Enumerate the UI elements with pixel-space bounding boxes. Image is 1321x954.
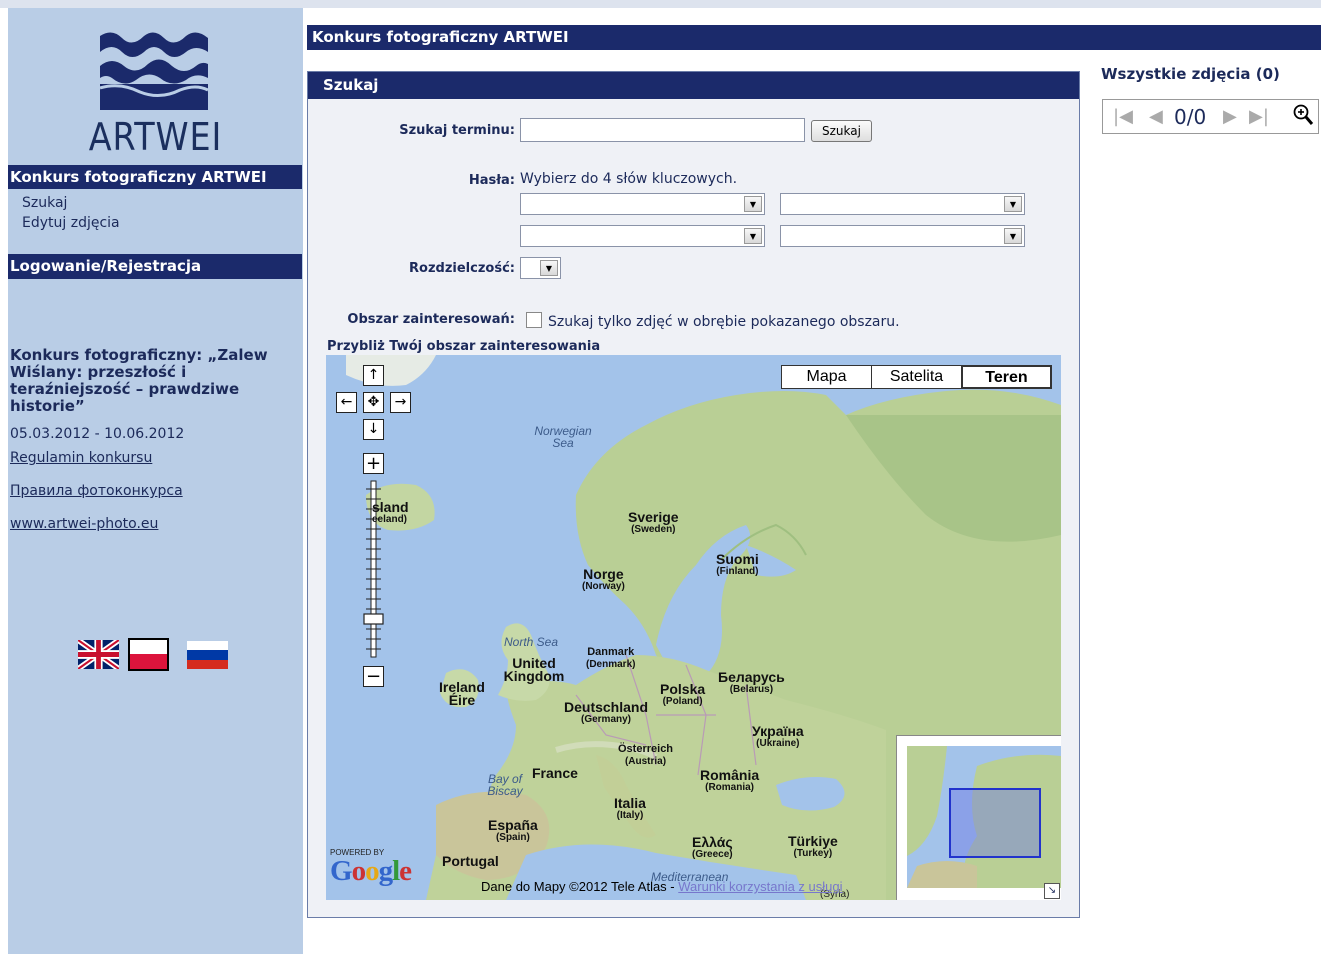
map-type-satelita[interactable]: Satelita — [871, 365, 962, 389]
google-logo-icon[interactable]: Google — [330, 855, 412, 888]
rules-ru-link[interactable]: Правила фотоконкурса — [10, 483, 183, 499]
map-label-uk: United Kingdom — [503, 655, 565, 684]
ru-flag-icon[interactable] — [187, 641, 228, 669]
map-label-osterreich: Österreich (Austria) — [618, 743, 674, 767]
map-label-portugal: Portugal — [442, 853, 499, 869]
keyword-select-4[interactable]: ▼ — [780, 225, 1025, 247]
keyword-select-2[interactable]: ▼ — [780, 193, 1025, 215]
map-type-mapa[interactable]: Mapa — [781, 365, 872, 389]
search-panel-title: Szukaj — [308, 72, 1079, 99]
area-checkbox-label[interactable]: Szukaj tylko zdjęć w obrębie pokazanego … — [548, 314, 900, 330]
artwei-logo-icon[interactable] — [100, 26, 208, 110]
map-label-france: France — [532, 765, 578, 781]
area-label: Obszar zainteresowań: — [347, 312, 515, 327]
zoom-hint: Przybliż Twój obszar zainteresowania — [327, 339, 601, 354]
search-panel: Szukaj Szukaj terminu: Szukaj Hasła: Wyb… — [307, 71, 1080, 918]
zoom-out-icon[interactable]: − — [363, 666, 384, 687]
search-button[interactable]: Szukaj — [811, 120, 872, 142]
map-label-deutschland: Deutschland (Germany) — [564, 699, 649, 725]
last-page-icon[interactable]: ▶| — [1249, 106, 1269, 127]
area-checkbox[interactable] — [526, 312, 542, 328]
chevron-down-icon: ▼ — [744, 196, 762, 212]
overview-map[interactable] — [907, 746, 1061, 888]
magnifier-zoom-icon[interactable] — [1292, 103, 1314, 127]
keywords-help: Wybierz do 4 słów kluczowych. — [520, 171, 738, 187]
map-label-romania: România (Romania) — [700, 767, 760, 793]
map-label-iceland: sland eeland) — [372, 499, 409, 525]
pan-center-icon[interactable]: ✥ — [363, 392, 384, 413]
contest-dates: 05.03.2012 - 10.06.2012 — [10, 426, 185, 442]
uk-flag-icon[interactable] — [78, 640, 119, 669]
section-contest-header: Konkurs fotograficzny ARTWEI — [8, 165, 302, 189]
contest-title: Konkurs fotograficzny: „Zalew Wiślany: p… — [10, 346, 268, 415]
logo-text: ARTWEI — [88, 115, 223, 159]
map-label-ireland: Ireland Éire — [439, 679, 485, 708]
map-copyright: Dane do Mapy ©2012 Tele Atlas - Warunki … — [481, 879, 843, 894]
next-page-icon[interactable]: ▶ — [1223, 106, 1237, 127]
map-label-ukraina: Україна (Ukraine) — [752, 723, 804, 749]
terms-link[interactable]: Warunki korzystania z usługi — [678, 879, 842, 894]
map-label-italia: Italia (Italy) — [614, 795, 646, 821]
overview-toggle-icon[interactable]: ↘ — [1044, 883, 1060, 899]
photo-pager: |◀ ◀ 0/0 ▶ ▶| — [1102, 99, 1319, 134]
zoom-in-icon[interactable]: + — [363, 453, 384, 474]
first-page-icon[interactable]: |◀ — [1113, 106, 1133, 127]
sidebar: ARTWEI Konkurs fotograficzny ARTWEI Szuk… — [8, 8, 303, 954]
top-strip — [0, 0, 1321, 8]
keyword-select-1[interactable]: ▼ — [520, 193, 765, 215]
photo-counter: 0/0 — [1174, 105, 1207, 129]
chevron-down-icon: ▼ — [540, 260, 558, 276]
map-type-teren[interactable]: Teren — [961, 365, 1052, 389]
map-label-ellas: Ελλάς (Greece) — [692, 834, 733, 860]
keywords-label: Hasła: — [468, 173, 515, 188]
map-label-danmark: Danmark (Denmark) — [586, 646, 636, 670]
resolution-select[interactable]: ▼ — [520, 257, 561, 279]
map-sea-biscay: Bay of Biscay — [487, 772, 523, 798]
search-term-input[interactable] — [520, 118, 805, 142]
page-header: Konkurs fotograficzny ARTWEI — [307, 25, 1321, 50]
pan-right-icon[interactable]: → — [390, 392, 411, 413]
chevron-down-icon: ▼ — [1004, 196, 1022, 212]
sidebar-link-search[interactable]: Szukaj — [22, 195, 67, 211]
map-label-turkiye: Türkiye (Turkey) — [788, 833, 838, 859]
chevron-down-icon: ▼ — [744, 228, 762, 244]
map-overview[interactable]: ↘ — [896, 735, 1061, 900]
website-link[interactable]: www.artwei-photo.eu — [10, 516, 158, 532]
map-label-polska: Polska (Poland) — [660, 681, 706, 707]
sidebar-link-edit-photos[interactable]: Edytuj zdjęcia — [22, 215, 120, 231]
resolution-label: Rozdzielczość: — [409, 261, 515, 276]
prev-page-icon[interactable]: ◀ — [1149, 106, 1163, 127]
keyword-select-3[interactable]: ▼ — [520, 225, 765, 247]
pan-up-icon[interactable]: ↑ — [363, 365, 384, 386]
map[interactable]: Mapa Satelita Teren ↑ ← ✥ → ↓ + − sland e… — [326, 355, 1061, 900]
map-label-espana: España (Spain) — [488, 817, 538, 843]
search-term-label: Szukaj terminu: — [399, 123, 515, 138]
pl-flag-icon[interactable] — [128, 638, 169, 671]
map-label-sverige: Sverige (Sweden) — [628, 509, 679, 535]
login-register-header[interactable]: Logowanie/Rejestracja — [8, 254, 302, 279]
rules-link[interactable]: Regulamin konkursu — [10, 450, 152, 466]
pan-left-icon[interactable]: ← — [336, 392, 357, 413]
map-label-belarus: Беларусь (Belarus) — [718, 669, 785, 695]
pan-down-icon[interactable]: ↓ — [363, 419, 384, 440]
map-sea-norwegian: Norwegian Sea — [534, 424, 592, 450]
overview-viewport[interactable] — [949, 788, 1041, 858]
map-sea-north: North Sea — [504, 635, 559, 649]
map-label-suomi: Suomi (Finland) — [716, 551, 759, 577]
chevron-down-icon: ▼ — [1004, 228, 1022, 244]
all-photos-title[interactable]: Wszystkie zdjęcia (0) — [1101, 65, 1280, 83]
map-label-norge: Norge (Norway) — [582, 566, 625, 592]
